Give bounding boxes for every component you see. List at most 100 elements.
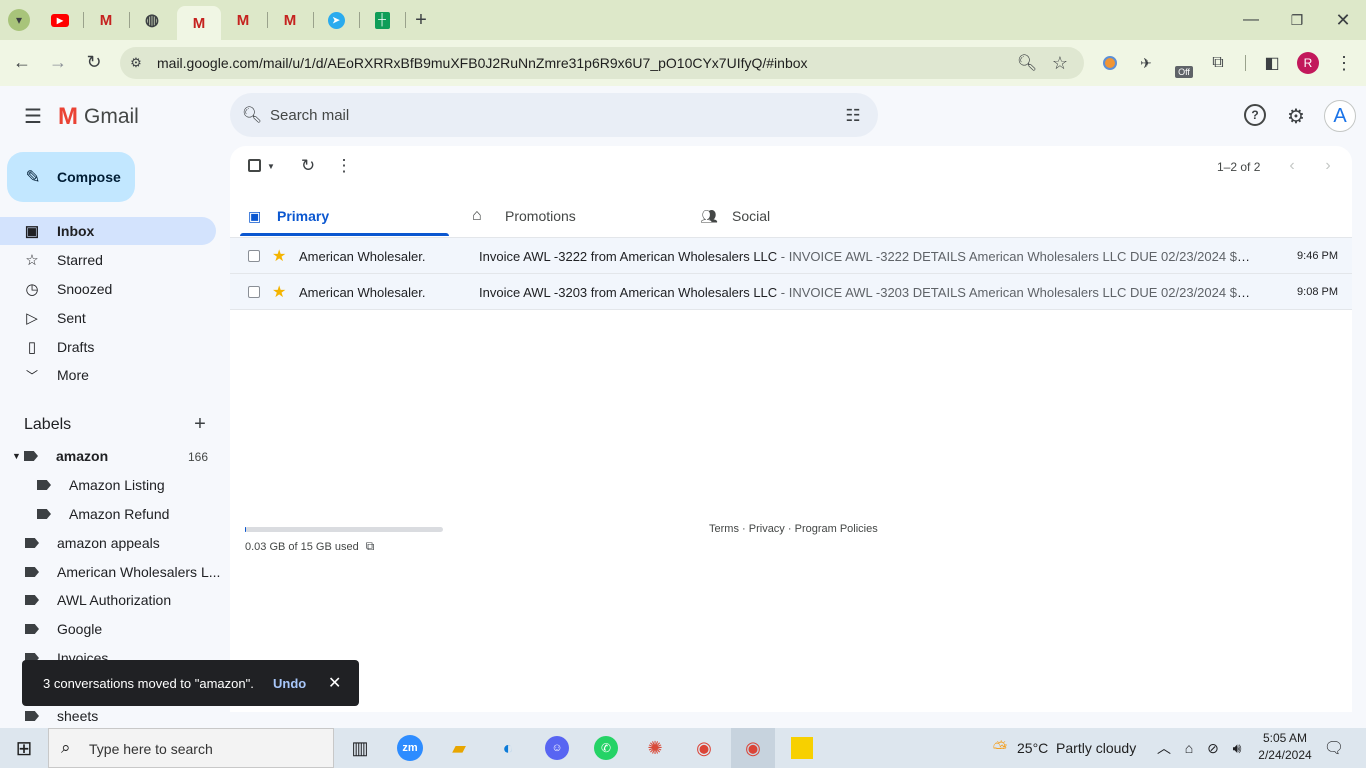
label-awl-authorization[interactable]: AWL Authorization [25, 587, 171, 613]
select-all-checkbox[interactable] [248, 159, 261, 172]
tab-social[interactable]: 👥︎ Social [694, 196, 903, 236]
settings-gear-icon[interactable]: ⚙ [1284, 104, 1308, 128]
label-sheets[interactable]: sheets [25, 703, 98, 729]
paint-app-icon[interactable]: ✺ [633, 728, 677, 768]
help-icon[interactable]: ? [1244, 104, 1266, 126]
label-american-wholesalers[interactable]: American Wholesalers L... [25, 559, 220, 585]
tab-globe[interactable]: ◍ [130, 6, 174, 34]
account-avatar[interactable]: A [1324, 100, 1356, 132]
tab-primary[interactable]: ▣ Primary [240, 196, 449, 236]
restore-icon[interactable]: ❐ [1282, 9, 1312, 31]
whatsapp-icon[interactable]: ✆ [584, 728, 628, 768]
tag-icon: ⌂ [472, 207, 482, 224]
label-tag-icon [25, 595, 39, 605]
extension-color-icon[interactable] [1099, 52, 1121, 74]
close-window-icon[interactable]: ✕ [1328, 9, 1358, 31]
tab-gmail-1[interactable]: M [84, 6, 128, 34]
undo-button[interactable]: Undo [273, 676, 306, 691]
star-filled-icon[interactable]: ★ [272, 246, 286, 266]
tab-telegram[interactable]: ➤ [314, 6, 358, 34]
search-options-icon[interactable]: ☷ [841, 104, 865, 128]
label-tag-icon [25, 538, 39, 548]
search-icon[interactable]: 🔍︎ [241, 104, 263, 126]
tray-volume-icon[interactable]: 🔊︎ [1224, 728, 1250, 768]
prev-page-icon[interactable]: ‹ [1282, 156, 1302, 176]
row-checkbox[interactable] [248, 250, 260, 262]
email-sender: American Wholesaler. [299, 249, 426, 264]
sidebar-item-inbox[interactable]: ▣ Inbox [0, 217, 216, 245]
email-row[interactable]: ★ American Wholesaler. Invoice AWL -3222… [230, 238, 1352, 274]
zoom-app-icon[interactable]: zm [388, 728, 432, 768]
row-checkbox[interactable] [248, 286, 260, 298]
chrome-profile-icon[interactable]: ◉ [682, 728, 726, 768]
extension-off-badge[interactable]: Off [1171, 56, 1197, 78]
url-text[interactable]: mail.google.com/mail/u/1/d/AEoRXRRxBfB9m… [157, 55, 808, 71]
select-dropdown-icon[interactable]: ▼ [265, 159, 277, 173]
chrome-active-icon[interactable]: ◉ [731, 728, 775, 768]
label-google[interactable]: Google [25, 616, 102, 642]
tab-gmail-3[interactable]: M [221, 6, 265, 34]
tray-wifi-off-icon[interactable]: ⊘ [1200, 728, 1226, 768]
label-amazon-refund[interactable]: Amazon Refund [37, 501, 169, 527]
profile-avatar[interactable]: R [1297, 52, 1319, 74]
open-in-new-icon[interactable]: ⧉ [362, 538, 378, 554]
sidebar-item-starred[interactable]: ☆ Starred [0, 246, 216, 274]
extension-plane-icon[interactable]: ✈ [1135, 52, 1157, 74]
search-input[interactable]: Search mail [270, 107, 349, 124]
minimize-icon[interactable]: — [1236, 9, 1266, 31]
forward-icon[interactable]: → [46, 50, 70, 74]
more-options-icon[interactable]: ⋮ [333, 155, 355, 177]
new-tab-icon[interactable]: + [410, 9, 432, 31]
taskbar-search-box[interactable]: ⌕ Type here to search [48, 728, 334, 768]
youtube-icon: ▶ [51, 13, 69, 27]
task-view-icon[interactable]: ▥ [338, 728, 382, 768]
site-info-icon[interactable]: ⚙ [126, 53, 146, 73]
tab-sheets[interactable]: ┼ [360, 6, 404, 34]
discord-icon[interactable]: ☺ [535, 728, 579, 768]
terms-link[interactable]: Terms [709, 523, 739, 535]
pagination-text: 1–2 of 2 [1217, 160, 1261, 174]
next-page-icon[interactable]: › [1318, 156, 1338, 176]
weather-icon[interactable]: ⛅︎ [978, 728, 1022, 768]
side-panel-icon[interactable]: ◧ [1261, 52, 1283, 74]
file-explorer-icon[interactable]: ▰ [437, 728, 481, 768]
refresh-icon[interactable]: ↻ [297, 155, 319, 177]
sidebar-item-drafts[interactable]: ▯ Drafts [0, 333, 216, 361]
edge-icon[interactable]: ◐ [486, 728, 530, 768]
browser-menu-icon[interactable]: ⋮ [1333, 52, 1355, 74]
bookmark-star-icon[interactable]: ☆ [1049, 52, 1071, 74]
notification-icon[interactable]: 🗨︎ [1312, 728, 1356, 768]
taskbar-search-input: Type here to search [89, 741, 213, 757]
tray-network-icon[interactable]: ⌂ [1176, 728, 1202, 768]
program-policies-link[interactable]: Program Policies [795, 523, 878, 535]
weather-text[interactable]: 25°C Partly cloudy [1017, 740, 1136, 756]
zoom-icon[interactable]: 🔍︎ [1016, 52, 1038, 74]
tray-chevron-up-icon[interactable]: ︿ [1150, 728, 1178, 768]
reload-icon[interactable]: ↻ [82, 50, 106, 74]
sidebar-item-more[interactable]: ﹀ More [0, 361, 216, 389]
active-tab-indicator [240, 233, 449, 236]
close-toast-icon[interactable]: ✕ [328, 673, 341, 693]
extensions-puzzle-icon[interactable]: ⧉ [1207, 52, 1229, 74]
sticky-notes-icon[interactable] [780, 728, 824, 768]
tab-promotions[interactable]: ⌂ Promotions [466, 196, 675, 236]
email-row[interactable]: ★ American Wholesaler. Invoice AWL -3203… [230, 274, 1352, 310]
tab-search-icon[interactable]: ▾ [8, 9, 30, 31]
tab-youtube[interactable]: ▶ [38, 6, 82, 34]
label-amazon-listing[interactable]: Amazon Listing [37, 472, 165, 498]
label-amazon-appeals[interactable]: amazon appeals [25, 530, 160, 556]
add-label-icon[interactable]: + [189, 413, 211, 435]
tab-gmail-4[interactable]: M [268, 6, 312, 34]
sidebar-item-snoozed[interactable]: ◷ Snoozed [0, 275, 216, 303]
taskbar-clock[interactable]: 5:05 AM 2/24/2024 [1252, 731, 1318, 762]
star-filled-icon[interactable]: ★ [272, 282, 286, 302]
tab-gmail-active[interactable]: M [177, 6, 221, 40]
gmail-logo[interactable]: M Gmail [58, 103, 139, 130]
privacy-link[interactable]: Privacy [749, 523, 785, 535]
main-menu-icon[interactable]: ☰ [20, 104, 46, 128]
clock-time: 5:05 AM [1262, 731, 1308, 745]
sidebar-item-sent[interactable]: ▷ Sent [0, 304, 216, 332]
back-icon[interactable]: ← [10, 50, 34, 74]
label-amazon[interactable]: ▼ amazon [12, 443, 108, 469]
windows-start-icon[interactable]: ⊞ [2, 728, 46, 768]
